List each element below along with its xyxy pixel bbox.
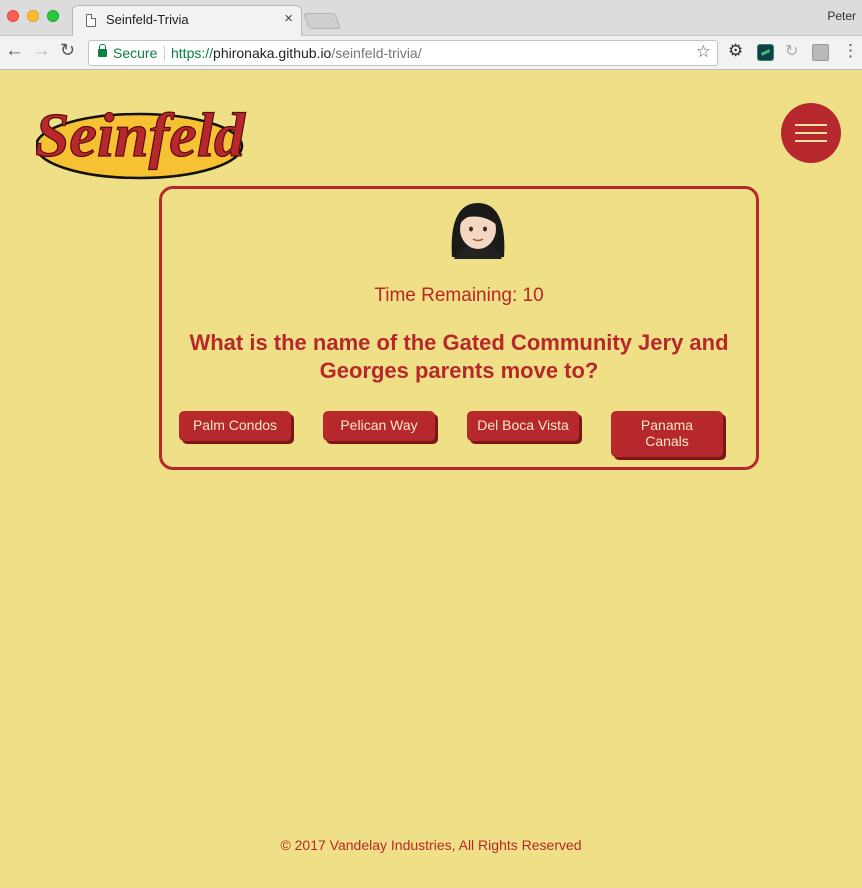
browser-tab[interactable]: Seinfeld-Trivia × [72,5,302,37]
profile-name[interactable]: Peter [827,9,856,23]
logo-text: Seinfeld [36,102,246,170]
settings-gear-icon[interactable]: ⚙ [728,41,745,60]
reload-icon[interactable]: ↻ [60,40,75,61]
answer-button[interactable]: Panama Canals [611,411,723,457]
extension-icon[interactable] [757,44,774,61]
browser-toolbar: ← → ↻ Secure https://phironaka.github.io… [0,36,862,70]
answer-button[interactable]: Palm Condos [179,411,291,441]
trivia-card: Time Remaining: 10 What is the name of t… [159,186,759,470]
back-arrow-icon[interactable]: ← [5,40,24,62]
url-text[interactable]: https://phironaka.github.io/seinfeld-tri… [171,45,422,61]
browser-menu-icon[interactable]: ⋮ [842,41,859,61]
bookmark-star-icon[interactable]: ☆ [696,42,711,62]
browser-titlebar: Seinfeld-Trivia × Peter [0,0,862,37]
footer-copyright: © 2017 Vandelay Industries, All Rights R… [280,837,582,853]
document-icon [86,14,96,27]
sync-extension-icon[interactable]: ↻ [785,41,802,60]
url-scheme: https:// [171,45,214,61]
hamburger-icon-line [795,140,827,142]
seinfeld-logo: Seinfeld [36,101,247,180]
forward-arrow-icon[interactable]: → [32,40,51,62]
new-tab-button[interactable] [303,13,341,29]
menu-button[interactable] [781,103,841,163]
secure-label: Secure [113,45,158,61]
hamburger-icon-line [795,132,827,134]
time-remaining: Time Remaining: 10 [374,285,544,306]
lock-icon [98,44,107,57]
address-divider [164,46,165,61]
user-extension-icon[interactable] [812,44,829,61]
close-window-button[interactable] [7,10,19,22]
tab-close-icon[interactable]: × [284,10,293,27]
minimize-window-button[interactable] [27,10,39,22]
answer-button[interactable]: Del Boca Vista [467,411,579,441]
address-bar[interactable]: Secure https://phironaka.github.io/seinf… [88,40,718,66]
zoom-window-button[interactable] [47,10,59,22]
answer-button[interactable]: Pelican Way [323,411,435,441]
url-path: /seinfeld-trivia/ [331,45,422,61]
hamburger-icon-line [795,124,827,126]
woman-emoji-icon [451,203,505,259]
url-host: phironaka.github.io [213,45,332,61]
question-text: What is the name of the Gated Community … [189,330,729,383]
tab-title: Seinfeld-Trivia [106,12,189,27]
